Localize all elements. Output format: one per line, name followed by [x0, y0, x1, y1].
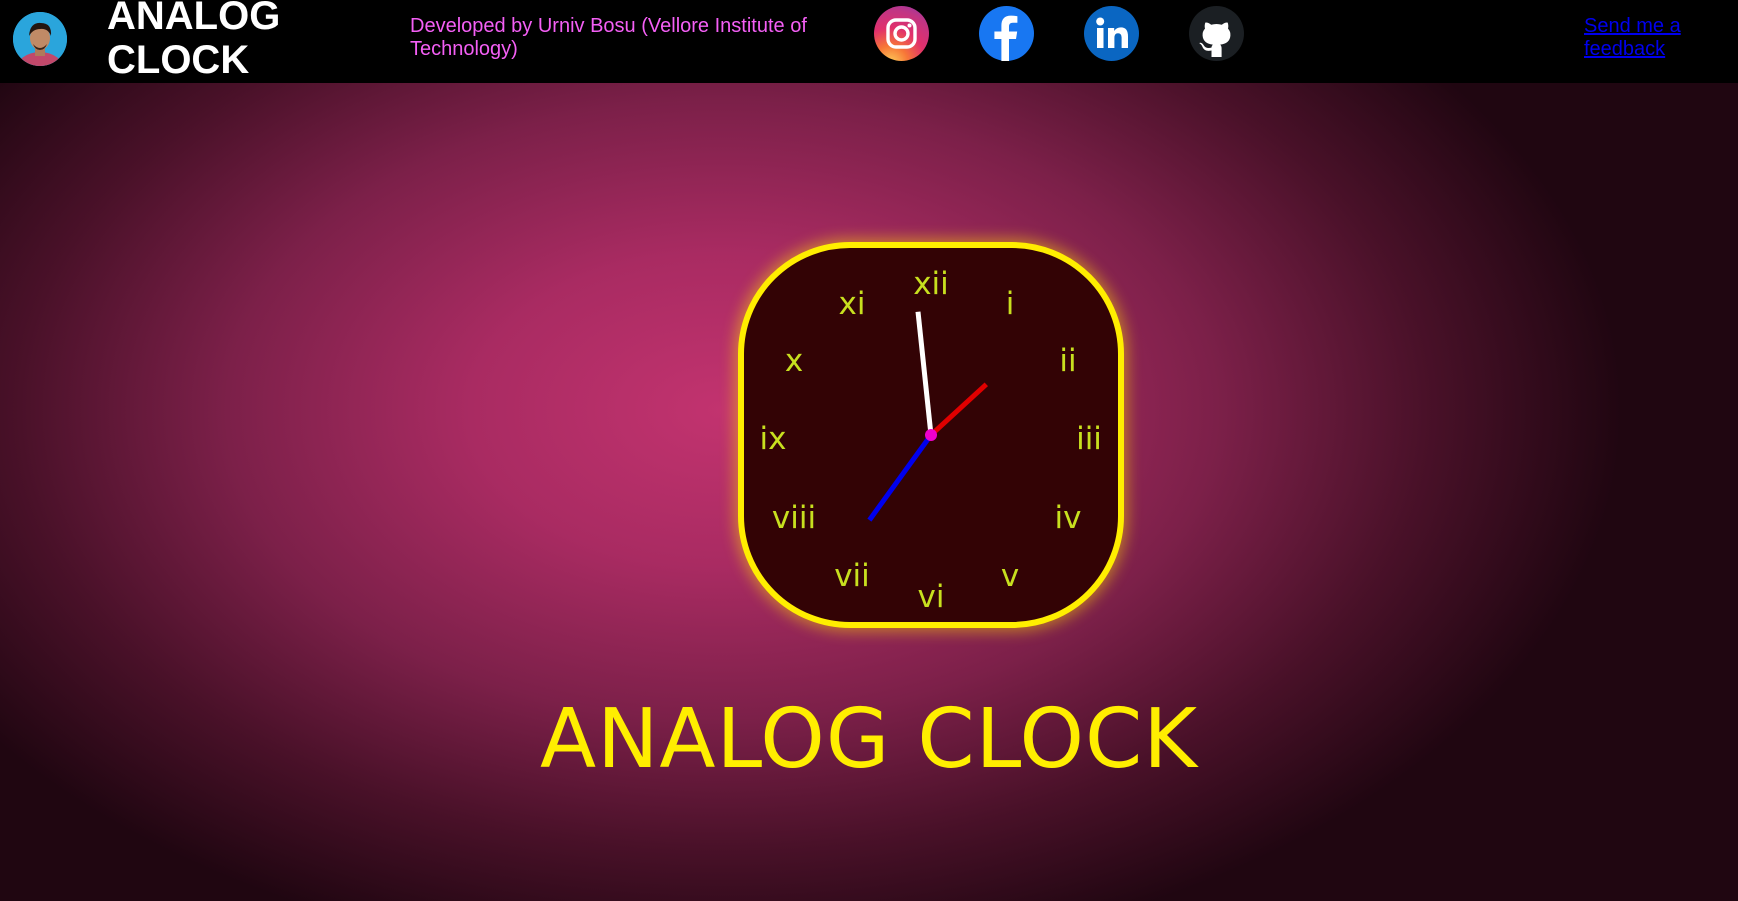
feedback-link[interactable]: Send me a feedback [1584, 15, 1694, 61]
facebook-icon [979, 6, 1034, 61]
second-hand [915, 311, 934, 436]
brand-title: ANALOG CLOCK [107, 0, 281, 82]
linkedin-link[interactable] [1084, 6, 1139, 61]
instagram-link[interactable] [874, 6, 929, 61]
analog-clock: xii i ii iii iv v vi vii viii ix x xi [738, 242, 1124, 628]
hour-hand [929, 382, 988, 437]
github-link[interactable] [1189, 6, 1244, 61]
instagram-icon [874, 6, 929, 61]
linkedin-icon [1084, 6, 1139, 61]
github-icon [1189, 6, 1244, 61]
clock-center-dot [925, 429, 937, 441]
main-title: ANALOG CLOCK [539, 692, 1199, 787]
clock-hands [867, 311, 988, 522]
developer-credit: Developed by Urniv Bosu (Vellore Institu… [410, 15, 807, 60]
minute-hand [867, 433, 934, 522]
avatar [13, 12, 67, 66]
navbar: ANALOG CLOCK Developed by Urniv Bosu (Ve… [0, 0, 1738, 83]
facebook-link[interactable] [979, 6, 1034, 61]
